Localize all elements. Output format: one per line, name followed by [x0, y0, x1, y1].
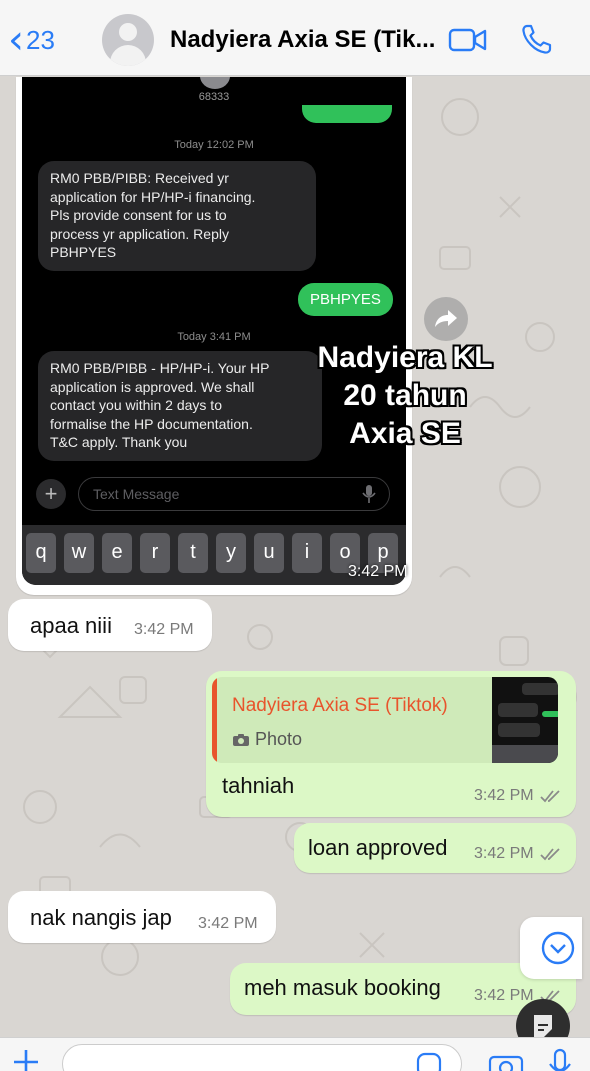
- sms-text-input: Text Message: [78, 477, 390, 511]
- key: u: [254, 533, 284, 573]
- sms-incoming-bubble: RM0 PBB/PIBB: Received yr application fo…: [38, 161, 316, 271]
- attach-plus-icon[interactable]: [8, 1044, 44, 1071]
- message-text: tahniah: [222, 773, 295, 798]
- avatar[interactable]: [102, 14, 154, 66]
- forward-button[interactable]: [424, 297, 468, 341]
- overlay-line: Nadyiera KL: [317, 341, 493, 374]
- image-message[interactable]: 68333 Today 12:02 PM RM0 PBB/PIBB: Recei…: [16, 77, 412, 595]
- sms-incoming-bubble: RM0 PBB/PIBB - HP/HP-i. Your HP applicat…: [38, 351, 322, 461]
- phone-call-icon[interactable]: [520, 22, 554, 56]
- quoted-message[interactable]: Nadyiera Axia SE (Tiktok) Photo: [212, 677, 558, 763]
- message-text: meh masuk booking: [244, 975, 441, 1000]
- key: e: [102, 533, 132, 573]
- chevron-down-circle-icon: [541, 931, 575, 965]
- unread-count: 23: [26, 24, 55, 55]
- message-time: 3:42 PM: [198, 915, 258, 932]
- overlay-line: 20 tahun: [343, 379, 467, 412]
- sticker-icon[interactable]: [415, 1051, 443, 1071]
- composer-bar: [0, 1037, 590, 1071]
- key: y: [216, 533, 246, 573]
- sms-plus-icon: +: [36, 479, 66, 509]
- quote-bar: [212, 677, 217, 763]
- message-text: loan approved: [308, 835, 448, 860]
- overlay-line: Axia SE: [349, 417, 461, 450]
- scroll-to-bottom-button[interactable]: [520, 917, 582, 979]
- sms-mic-icon: [362, 485, 376, 503]
- message-time: 3:42 PM: [474, 845, 534, 862]
- microphone-icon[interactable]: [548, 1048, 572, 1071]
- message-time: 3:42 PM: [474, 787, 534, 804]
- contact-name[interactable]: Nadyiera Axia SE (Tik...: [170, 26, 435, 54]
- key: w: [64, 533, 94, 573]
- message-time: 3:42 PM: [348, 563, 408, 580]
- sms-timestamp: Today 12:02 PM: [174, 139, 254, 151]
- quote-type-label: Photo: [255, 729, 303, 749]
- read-ticks-icon: [540, 790, 560, 803]
- key: i: [292, 533, 322, 573]
- key: q: [26, 533, 56, 573]
- key: r: [140, 533, 170, 573]
- video-call-icon[interactable]: [448, 26, 488, 54]
- outgoing-message[interactable]: loan approved 3:42 PM: [294, 823, 576, 873]
- key: t: [178, 533, 208, 573]
- quote-type: Photo: [232, 729, 302, 750]
- back-button[interactable]: ‹ 23: [8, 20, 55, 60]
- incoming-message[interactable]: nak nangis jap 3:42 PM: [8, 891, 276, 943]
- read-ticks-icon: [540, 848, 560, 861]
- sms-sender: 68333: [198, 91, 230, 103]
- sms-avatar: [200, 77, 230, 89]
- camera-icon[interactable]: [488, 1050, 524, 1071]
- sticker-note-icon: [534, 1015, 552, 1037]
- message-text: nak nangis jap: [30, 905, 172, 930]
- quote-sender: Nadyiera Axia SE (Tiktok): [232, 695, 448, 716]
- sms-previous-bubble: [302, 105, 392, 123]
- message-time: 3:42 PM: [134, 621, 194, 638]
- chat-header: ‹ 23 Nadyiera Axia SE (Tik...: [0, 0, 590, 76]
- camera-icon: [233, 733, 249, 746]
- sms-outgoing-bubble: PBHPYES: [298, 283, 393, 316]
- overlay-caption: Nadyiera KL 20 tahun Axia SE: [300, 339, 510, 453]
- message-text: apaa niii: [30, 613, 112, 638]
- forward-icon: [435, 310, 457, 327]
- chat-area[interactable]: 68333 Today 12:02 PM RM0 PBB/PIBB: Recei…: [0, 77, 590, 1037]
- quote-thumbnail: [492, 677, 558, 763]
- outgoing-message[interactable]: Nadyiera Axia SE (Tiktok) Photo tahniah …: [206, 671, 576, 817]
- sms-screenshot[interactable]: 68333 Today 12:02 PM RM0 PBB/PIBB: Recei…: [22, 77, 406, 585]
- incoming-message[interactable]: apaa niii 3:42 PM: [8, 599, 212, 651]
- chevron-left-icon: ‹: [8, 17, 24, 63]
- floating-sticker-button[interactable]: [516, 999, 570, 1037]
- message-input[interactable]: [62, 1044, 462, 1071]
